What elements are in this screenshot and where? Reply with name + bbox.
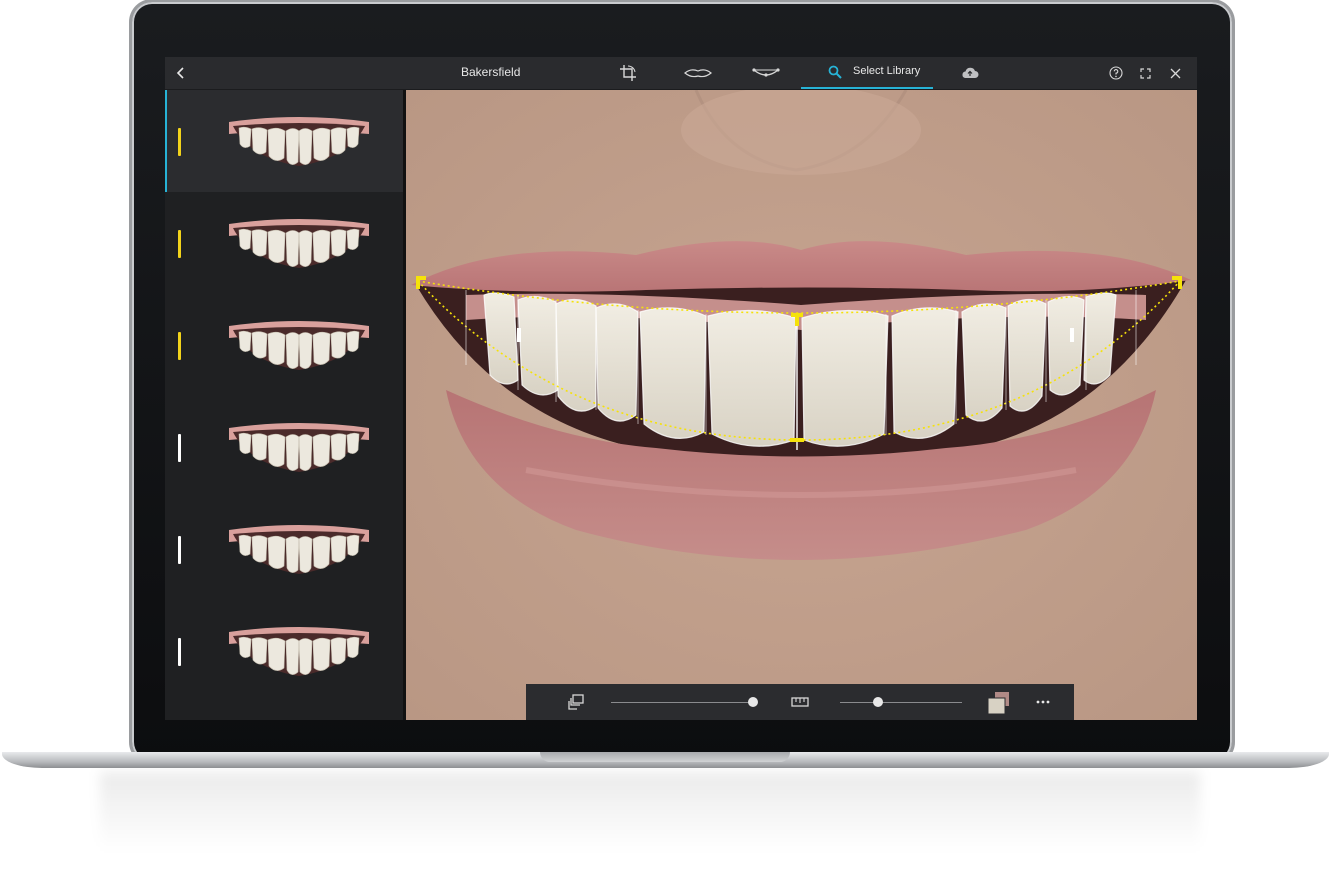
- laptop-shadow: [100, 772, 1200, 852]
- tab-select-library[interactable]: Select Library: [801, 57, 933, 89]
- tab-select-library-label: Select Library: [853, 65, 921, 77]
- library-item-marker: [178, 638, 181, 666]
- project-title: Bakersfield: [461, 65, 521, 79]
- library-item[interactable]: [165, 600, 403, 702]
- opacity-slider-track[interactable]: [611, 702, 756, 703]
- bottom-toolbar: [526, 684, 1074, 720]
- library-item[interactable]: [165, 192, 403, 294]
- library-item[interactable]: [165, 294, 403, 396]
- fullscreen-icon: [1139, 67, 1151, 79]
- library-item-marker: [178, 332, 181, 360]
- size-slider-knob[interactable]: [872, 697, 883, 707]
- library-smile-thumbnail: [229, 318, 369, 374]
- app-screen: Bakersfield Select Library: [165, 57, 1197, 720]
- close-icon: [1170, 68, 1180, 78]
- tooth-library-sidebar: [165, 90, 403, 720]
- help-button[interactable]: [1105, 57, 1127, 89]
- library-item[interactable]: [165, 90, 403, 192]
- size-slider-track[interactable]: [840, 702, 962, 703]
- library-smile-thumbnail: [229, 420, 369, 476]
- smile-curve-icon: [752, 68, 780, 77]
- help-icon: [1109, 66, 1123, 80]
- crop-rotate-tool[interactable]: [615, 57, 641, 89]
- layers-icon: [568, 694, 584, 710]
- library-item[interactable]: [165, 498, 403, 600]
- chevron-left-icon: [176, 67, 184, 79]
- more-icon: [1036, 700, 1050, 704]
- library-smile-thumbnail: [229, 522, 369, 578]
- library-smile-thumbnail: [229, 114, 369, 170]
- library-item-marker: [178, 536, 181, 564]
- color-swatch-icon: [987, 692, 1009, 715]
- selected-indicator: [165, 90, 167, 192]
- upload-button[interactable]: [959, 57, 981, 89]
- back-button[interactable]: [169, 57, 193, 89]
- layers-button[interactable]: [564, 684, 588, 720]
- library-smile-thumbnail: [229, 624, 369, 680]
- library-item-marker: [178, 230, 181, 258]
- ruler-icon: [791, 697, 809, 707]
- laptop-notch: [540, 752, 790, 762]
- fullscreen-button[interactable]: [1134, 57, 1156, 89]
- opacity-slider-knob[interactable]: [748, 697, 759, 707]
- lip-outline-icon: [684, 69, 712, 78]
- ruler-button[interactable]: [788, 684, 812, 720]
- more-button[interactable]: [1031, 684, 1055, 720]
- top-toolbar: Bakersfield Select Library: [165, 57, 1197, 89]
- library-item-marker: [178, 128, 181, 156]
- search-icon: [828, 65, 842, 79]
- smile-curve-tool[interactable]: [751, 57, 781, 89]
- lip-outline-tool[interactable]: [681, 57, 715, 89]
- patient-photo: [406, 90, 1197, 720]
- color-swatch-button[interactable]: [984, 684, 1012, 720]
- library-item-marker: [178, 434, 181, 462]
- library-smile-thumbnail: [229, 216, 369, 272]
- close-button[interactable]: [1164, 57, 1186, 89]
- smile-design-viewer[interactable]: [406, 90, 1197, 720]
- library-item[interactable]: [165, 396, 403, 498]
- crop-rotate-icon: [620, 65, 636, 81]
- cloud-upload-icon: [962, 67, 979, 78]
